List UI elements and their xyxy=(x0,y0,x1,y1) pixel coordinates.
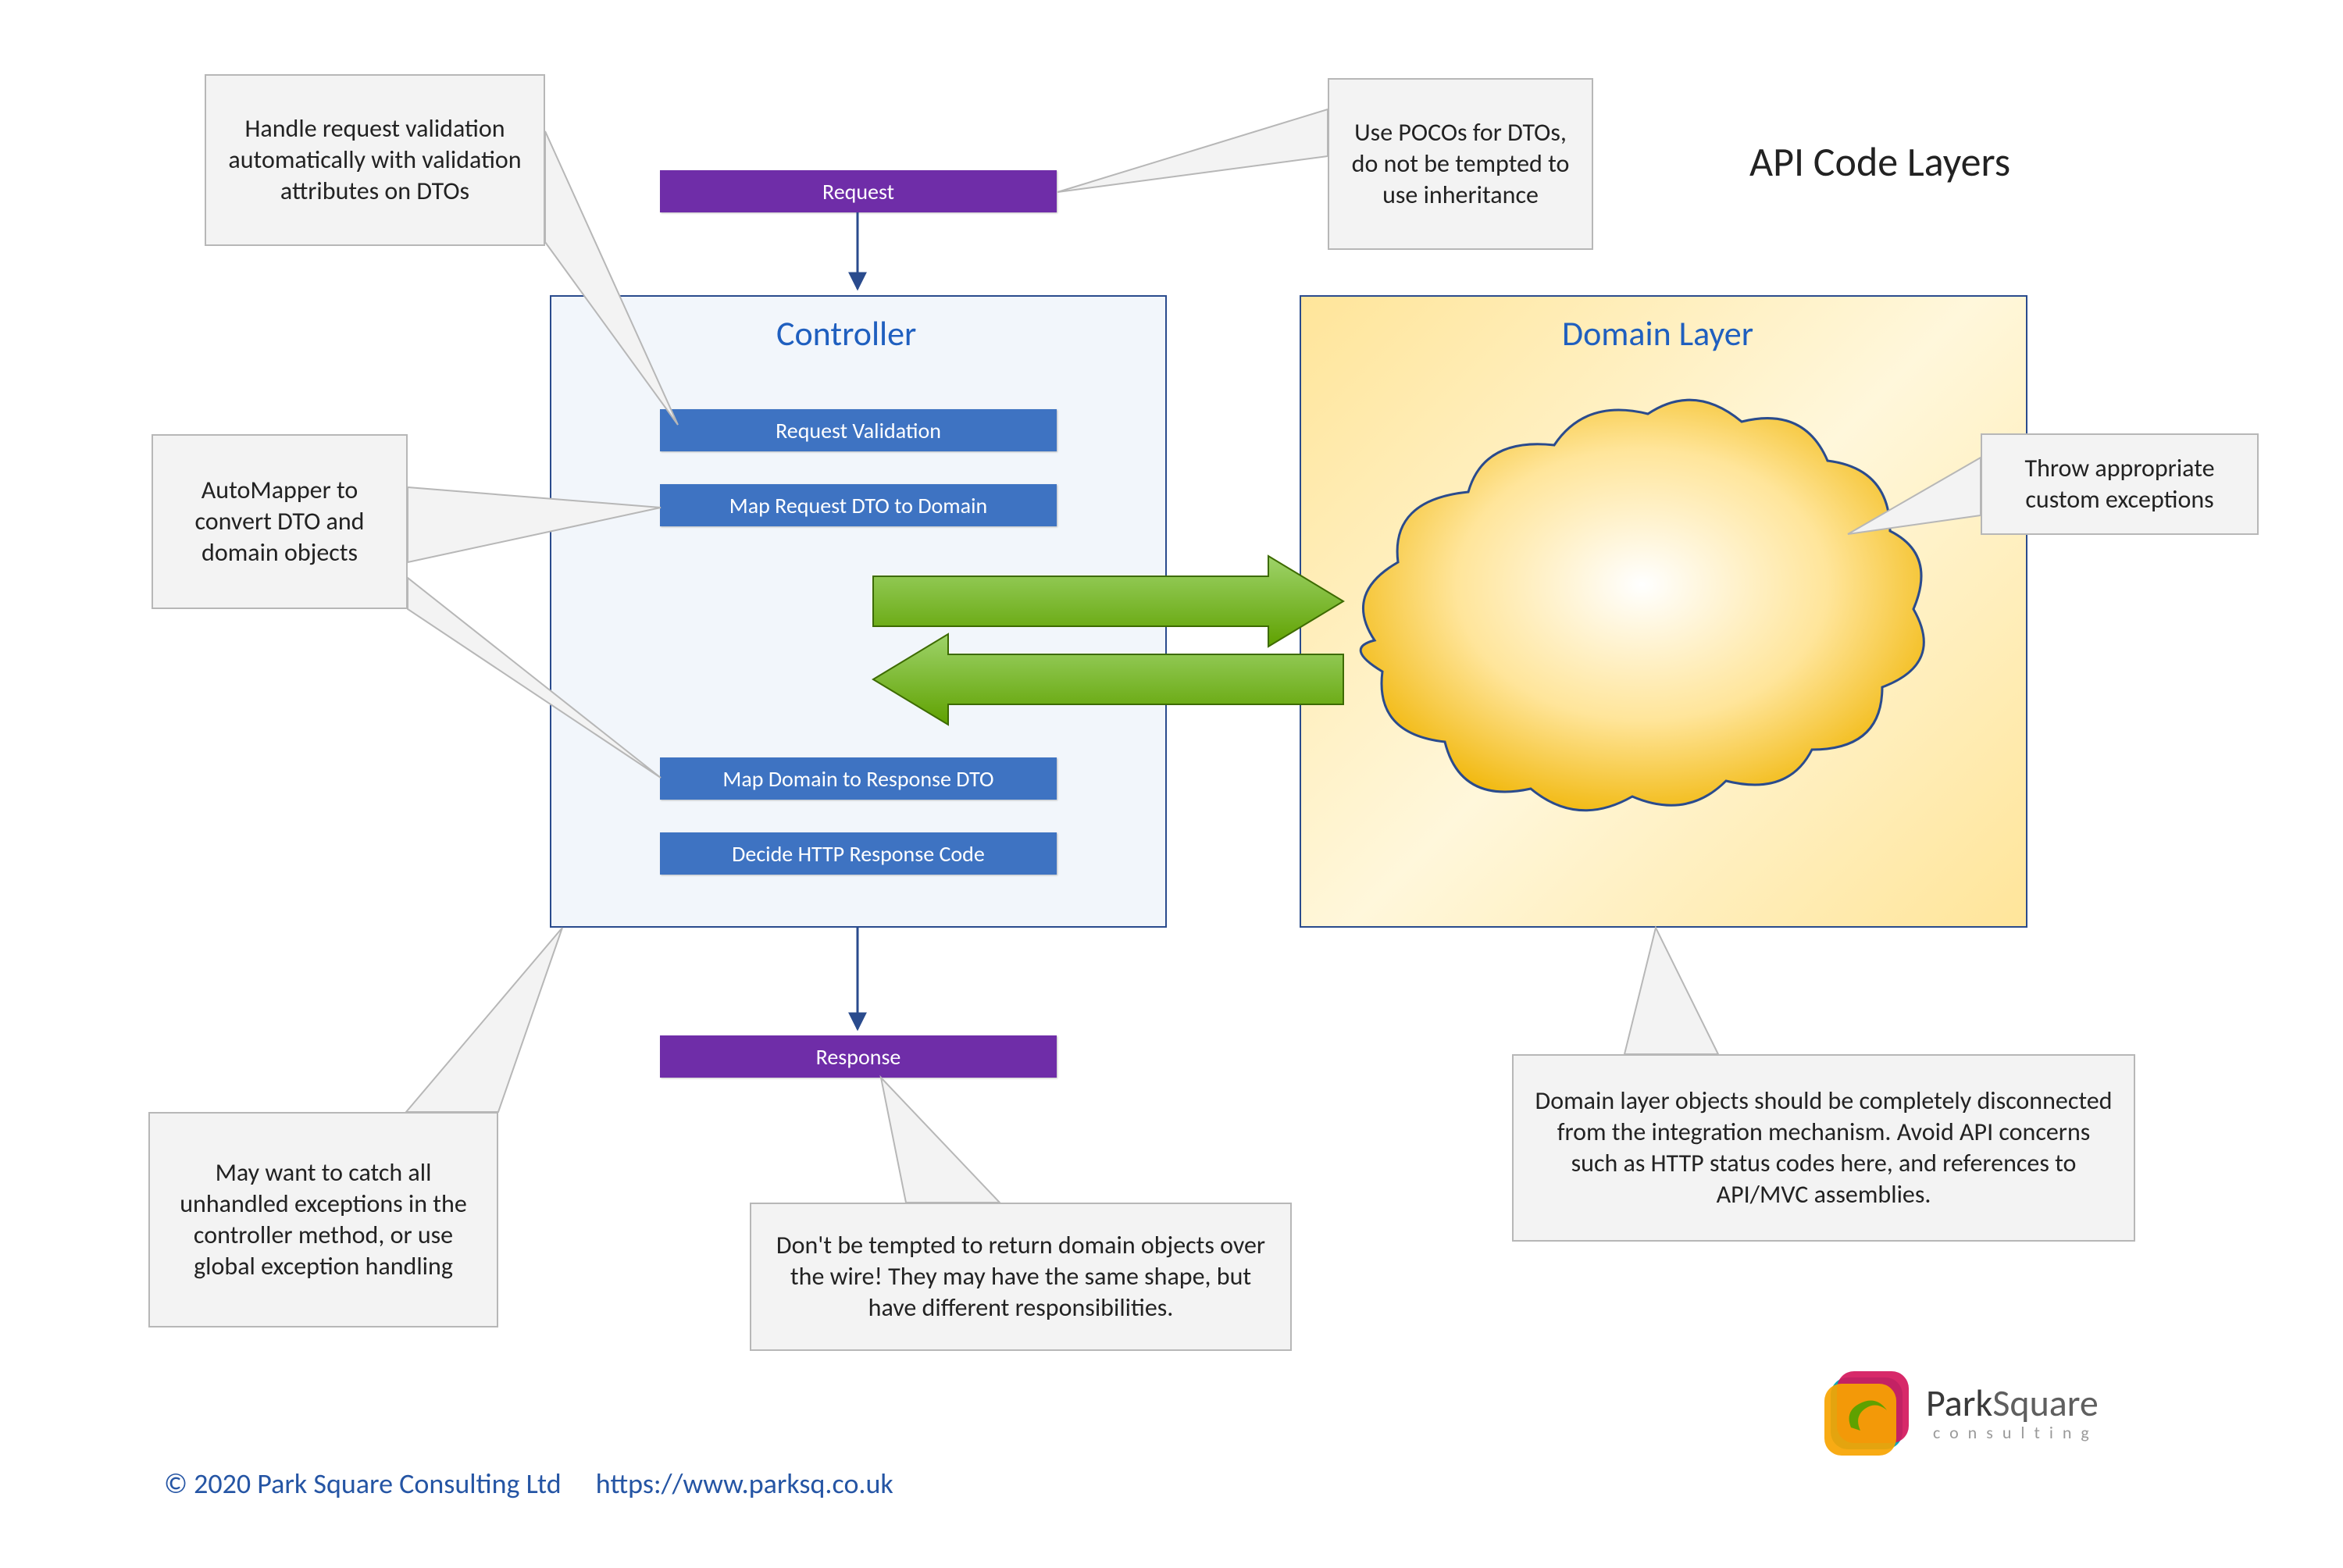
page-title: API Code Layers xyxy=(1749,137,2010,187)
leader-catch xyxy=(406,928,562,1112)
logo-light: Square xyxy=(1992,1380,2098,1426)
footer-url[interactable]: https://www.parksq.co.uk xyxy=(596,1466,893,1501)
callout-throw-exceptions: Throw appropriate custom exceptions xyxy=(1981,433,2259,535)
leader-pocos xyxy=(1057,109,1328,192)
domain-layer xyxy=(1300,295,2027,928)
business-logic-label: Business logic xyxy=(1518,613,1674,642)
logo-subtitle: consulting xyxy=(1926,1422,2099,1443)
logo-icon xyxy=(1820,1367,1913,1460)
brand-logo: ParkSquare consulting xyxy=(1820,1367,2099,1460)
leader-disconnect xyxy=(1624,928,1718,1054)
response-box: Response xyxy=(660,1035,1057,1078)
callout-pocos: Use POCOs for DTOs, do not be tempted to… xyxy=(1328,78,1593,250)
domain-title: Domain Layer xyxy=(1562,312,1753,355)
logo-bold: Park xyxy=(1926,1380,1992,1426)
controller-title: Controller xyxy=(776,312,916,355)
callout-validation: Handle request validation automatically … xyxy=(205,74,545,246)
request-box: Request xyxy=(660,170,1057,212)
callout-automapper: AutoMapper to convert DTO and domain obj… xyxy=(152,434,408,609)
diagram-stage: API Code Layers Request Controller Reque… xyxy=(0,0,2343,1568)
callout-disconnect: Domain layer objects should be completel… xyxy=(1512,1054,2135,1242)
logo-text: ParkSquare xyxy=(1926,1384,2099,1422)
callout-catch-exceptions: May want to catch all unhandled exceptio… xyxy=(148,1112,498,1327)
step-map-response: Map Domain to Response DTO xyxy=(660,757,1057,800)
callout-domain-objects: Don't be tempted to return domain object… xyxy=(750,1203,1292,1351)
step-http-code: Decide HTTP Response Code xyxy=(660,832,1057,875)
step-map-request: Map Request DTO to Domain xyxy=(660,484,1057,526)
footer-copyright: © 2020 Park Square Consulting Ltd xyxy=(164,1466,562,1501)
step-request-validation: Request Validation xyxy=(660,409,1057,451)
leader-domobjects xyxy=(881,1078,1000,1203)
footer: © 2020 Park Square Consulting Ltd https:… xyxy=(164,1466,893,1501)
